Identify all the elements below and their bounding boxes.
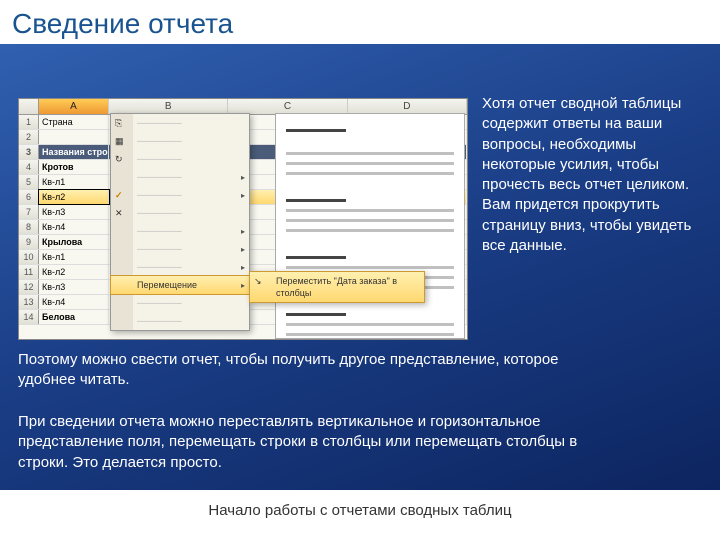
cell: Кв-л1 [39, 175, 109, 189]
context-menu-item[interactable]: ↻ ─────── [111, 150, 249, 168]
context-menu-label: ─────── [137, 136, 182, 146]
row-number: 12 [19, 280, 39, 294]
row-number: 14 [19, 310, 39, 324]
cell: Названия строк ▾ [39, 145, 109, 159]
context-menu-label: ─────── [137, 190, 182, 200]
x-icon: ✕ [115, 207, 127, 219]
row-number: 10 [19, 250, 39, 264]
row-number: 3 [19, 145, 39, 159]
cell: Кв-л1 [39, 250, 109, 264]
paragraph-body-1: Поэтому можно свести отчет, чтобы получи… [18, 350, 600, 391]
cell: Кротов [39, 160, 109, 174]
chevron-right-icon: ▸ [241, 280, 245, 292]
context-menu-label: ─────── [137, 118, 182, 128]
context-menu-item[interactable]: ─────── [111, 312, 249, 330]
context-menu-label: Перемещение [137, 280, 197, 290]
context-menu-label: ─────── [137, 298, 182, 308]
context-menu-item[interactable]: ✓ ─────── ▸ [111, 186, 249, 204]
refresh-icon: ↻ [115, 153, 127, 165]
paragraph-right: Хотя отчет сводной таблицы содержит отве… [482, 94, 705, 256]
row-number: 11 [19, 265, 39, 279]
context-menu-label: ─────── [137, 226, 182, 236]
context-menu-label: ─────── [137, 208, 182, 218]
context-menu-label: ─────── [137, 262, 182, 272]
cell: Кв-л4 [39, 295, 109, 309]
context-menu-item[interactable]: Перемещение ▸ [110, 275, 250, 295]
context-menu-label: ─────── [137, 316, 182, 326]
excel-screenshot: A B C D 1Страна23Названия строк ▾4Кротов… [18, 98, 468, 340]
submenu-item-move-to-columns[interactable]: ↘ Переместить "Дата заказа" в столбцы [249, 271, 425, 303]
row-number: 8 [19, 220, 39, 234]
cell: Кв-л3 [39, 280, 109, 294]
cell: Крылова [39, 235, 109, 249]
col-header-d: D [348, 99, 467, 114]
context-menu-item[interactable]: ─────── ▸ [111, 222, 249, 240]
chevron-right-icon: ▸ [241, 172, 245, 184]
context-submenu[interactable]: ↘ Переместить "Дата заказа" в столбцы [249, 271, 425, 303]
context-menu-item[interactable]: ✕ ─────── [111, 204, 249, 222]
context-menu-item[interactable]: ─────── ▸ [111, 168, 249, 186]
context-menu-item[interactable]: ─────── [111, 294, 249, 312]
cell: Кв-л4 [39, 220, 109, 234]
cell: Кв-л2 [39, 265, 109, 279]
row-number: 13 [19, 295, 39, 309]
check-icon: ✓ [115, 189, 127, 201]
context-menu-label: ─────── [137, 244, 182, 254]
paragraph-body-2: При сведении отчета можно переставлять в… [18, 412, 600, 473]
context-menu-item[interactable]: ─────── ▸ [111, 240, 249, 258]
cell: Кв-л3 [39, 205, 109, 219]
format-icon: ▦ [115, 135, 127, 147]
context-menu-item[interactable]: ⎘ ─────── [111, 114, 249, 132]
chevron-right-icon: ▸ [241, 226, 245, 238]
cell: Кв-л2 [39, 190, 109, 204]
col-header-a: A [39, 99, 109, 114]
document-preview [275, 113, 465, 339]
context-menu-label: ─────── [137, 172, 182, 182]
row-number: 6 [19, 190, 39, 204]
slide-footer: Начало работы с отчетами сводных таблиц [0, 490, 720, 540]
chevron-right-icon: ▸ [241, 244, 245, 256]
chevron-right-icon: ▸ [241, 190, 245, 202]
row-number: 1 [19, 115, 39, 129]
chevron-right-icon: ▸ [241, 262, 245, 274]
context-menu-item[interactable]: ▦ ─────── [111, 132, 249, 150]
row-number: 2 [19, 130, 39, 144]
row-number: 5 [19, 175, 39, 189]
context-menu-label: ─────── [137, 154, 182, 164]
col-header-c: C [228, 99, 347, 114]
row-number: 9 [19, 235, 39, 249]
copy-icon: ⎘ [115, 117, 127, 129]
cell: Белова [39, 310, 109, 324]
row-number: 4 [19, 160, 39, 174]
slide-body: A B C D 1Страна23Названия строк ▾4Кротов… [0, 44, 720, 490]
context-menu[interactable]: ⎘ ─────── ▦ ─────── ↻ ─────── ─────── ▸ ✓ ───────… [110, 113, 250, 331]
slide-title: Сведение отчета [0, 0, 720, 42]
row-number: 7 [19, 205, 39, 219]
cell: Страна [39, 115, 109, 129]
submenu-item-label: Переместить "Дата заказа" в столбцы [276, 276, 397, 298]
context-menu-item[interactable]: ─────── ▸ [111, 258, 249, 276]
move-icon: ↘ [254, 275, 266, 287]
cell [39, 130, 109, 144]
col-header-b: B [109, 99, 228, 114]
